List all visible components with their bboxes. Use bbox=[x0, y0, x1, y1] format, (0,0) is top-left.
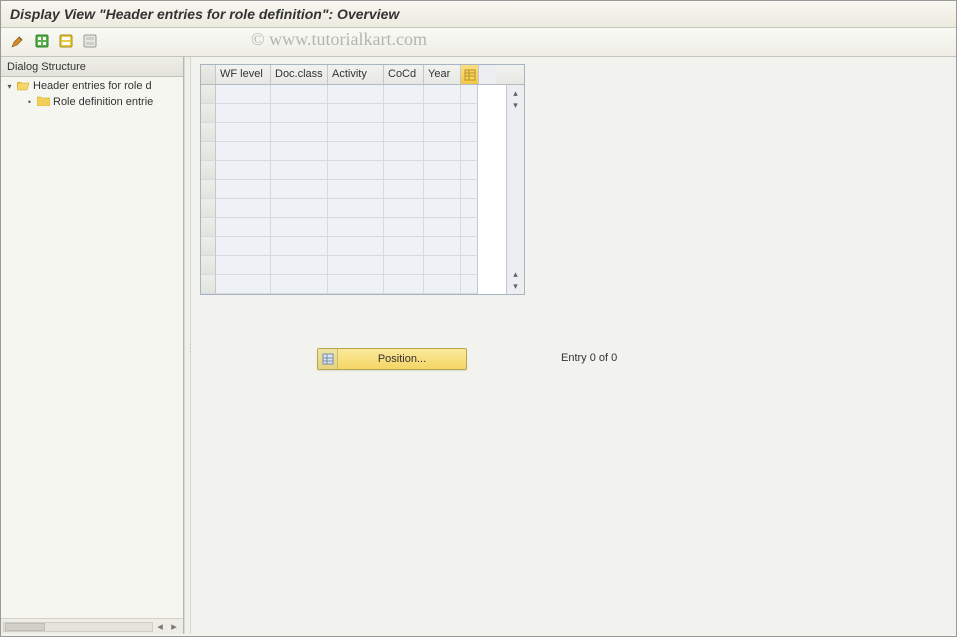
select-all-icon[interactable] bbox=[33, 32, 51, 50]
table-row[interactable] bbox=[201, 237, 506, 256]
table-row[interactable] bbox=[201, 180, 506, 199]
col-activity[interactable]: Activity bbox=[328, 65, 384, 84]
col-year[interactable]: Year bbox=[424, 65, 461, 84]
tree-bullet-icon: • bbox=[25, 97, 34, 107]
grid-rows bbox=[201, 85, 506, 294]
scroll-track[interactable] bbox=[3, 622, 153, 632]
scroll-left-icon[interactable]: ◂ bbox=[153, 620, 167, 634]
grid-vertical-scrollbar[interactable]: ▴ ▾ ▴ ▾ bbox=[506, 85, 524, 294]
scroll-up-icon[interactable]: ▴ bbox=[510, 268, 522, 280]
tree-collapse-icon[interactable]: ▾ bbox=[5, 82, 14, 91]
vscroll-header-gap bbox=[478, 65, 496, 84]
position-button[interactable]: Position... bbox=[317, 348, 467, 370]
folder-closed-icon bbox=[37, 96, 50, 108]
scroll-thumb[interactable] bbox=[5, 623, 45, 631]
tree-horizontal-scrollbar[interactable]: ◂ ▸ bbox=[1, 618, 183, 634]
splitter-handle[interactable] bbox=[184, 57, 191, 634]
deselect-icon[interactable] bbox=[81, 32, 99, 50]
col-doc-class[interactable]: Doc.class bbox=[271, 65, 328, 84]
table-row[interactable] bbox=[201, 218, 506, 237]
table-row[interactable] bbox=[201, 104, 506, 123]
table-row[interactable] bbox=[201, 142, 506, 161]
position-button-label: Position... bbox=[338, 353, 466, 365]
table-row[interactable] bbox=[201, 199, 506, 218]
entry-status: Entry 0 of 0 bbox=[561, 352, 617, 364]
scroll-down-icon[interactable]: ▾ bbox=[510, 99, 522, 111]
grid-header: WF level Doc.class Activity CoCd Year bbox=[201, 65, 524, 85]
scroll-right-icon[interactable]: ▸ bbox=[167, 620, 181, 634]
col-cocd[interactable]: CoCd bbox=[384, 65, 424, 84]
col-wf-level[interactable]: WF level bbox=[216, 65, 271, 84]
change-display-icon[interactable] bbox=[9, 32, 27, 50]
grid-corner[interactable] bbox=[201, 65, 216, 84]
tree-item-header-entries[interactable]: ▾ Header entries for role d bbox=[1, 78, 183, 94]
scroll-down-icon[interactable]: ▾ bbox=[510, 280, 522, 292]
select-block-icon[interactable] bbox=[57, 32, 75, 50]
tree-item-label: Header entries for role d bbox=[33, 80, 152, 92]
page-title: Display View "Header entries for role de… bbox=[10, 6, 399, 22]
folder-open-icon bbox=[17, 80, 30, 93]
table-row[interactable] bbox=[201, 275, 506, 294]
content-pane: WF level Doc.class Activity CoCd Year bbox=[191, 57, 956, 634]
position-icon bbox=[318, 349, 338, 369]
tree-header: Dialog Structure bbox=[1, 57, 183, 77]
table-row[interactable] bbox=[201, 161, 506, 180]
toolbar bbox=[1, 28, 956, 57]
table-row[interactable] bbox=[201, 256, 506, 275]
dialog-structure-panel: Dialog Structure ▾ Header entries for ro… bbox=[1, 57, 184, 634]
table-settings-icon[interactable] bbox=[461, 65, 478, 84]
tree-item-label: Role definition entrie bbox=[53, 96, 153, 108]
table-row[interactable] bbox=[201, 85, 506, 104]
scroll-up-icon[interactable]: ▴ bbox=[510, 87, 522, 99]
table-row[interactable] bbox=[201, 123, 506, 142]
tree-item-role-definition[interactable]: • Role definition entrie bbox=[1, 94, 183, 110]
data-grid: WF level Doc.class Activity CoCd Year bbox=[200, 64, 525, 295]
